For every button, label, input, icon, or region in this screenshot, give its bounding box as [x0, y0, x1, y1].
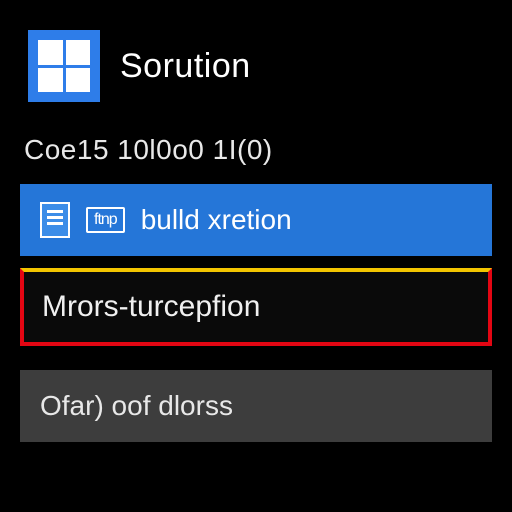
app-title: Sorution: [120, 47, 251, 86]
badge: ftnp: [86, 207, 125, 233]
header: Sorution: [20, 20, 492, 126]
windows-logo-icon: [28, 30, 100, 102]
menu-item-label: Mrors-turcepfion: [42, 290, 260, 324]
document-icon: [40, 202, 70, 238]
menu-item-label: bulld xretion: [141, 204, 292, 236]
menu-item-other[interactable]: Ofar) oof dlorss: [20, 370, 492, 442]
menu-item-errors[interactable]: Mrors-turcepfion: [20, 268, 492, 346]
menu-item-build[interactable]: ftnp bulld xretion: [20, 184, 492, 256]
code-subtitle: Coe15 10l0o0 1I(0): [20, 126, 492, 184]
menu-item-label: Ofar) oof dlorss: [40, 390, 233, 422]
